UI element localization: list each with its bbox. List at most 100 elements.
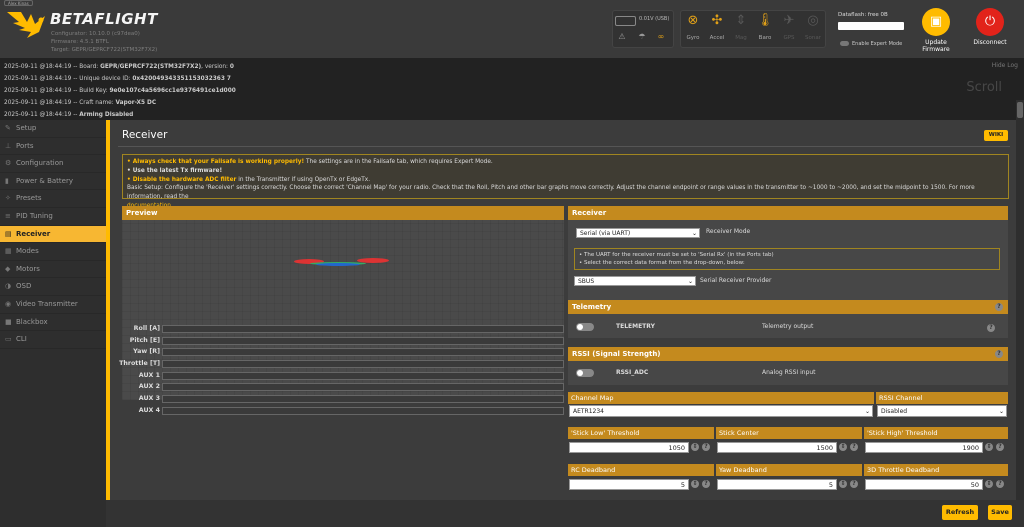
sidebar-item-presets[interactable]: ✧ Presets xyxy=(0,190,106,208)
note-line-1: • Always check that your Failsafe is wor… xyxy=(127,159,493,165)
yaw-deadband-input[interactable]: 5 xyxy=(717,479,837,490)
help-icon[interactable]: ? xyxy=(996,443,1004,451)
build-badge: Alex Kinas xyxy=(4,0,33,6)
receiver-mode-label: Receiver Mode xyxy=(706,228,751,235)
update-firmware-button[interactable]: ▣ Update Firmware xyxy=(911,8,961,53)
receiver-panel: Receiver Serial (via UART) ⌄ Receiver Mod… xyxy=(568,206,1008,301)
stick-high-input[interactable]: 1900 xyxy=(865,442,983,453)
sidebar-item-ports[interactable]: ⊥ Ports xyxy=(0,138,106,156)
sidebar-item-power[interactable]: ▮ Power & Battery xyxy=(0,173,106,191)
betaflight-logo-icon xyxy=(7,12,45,38)
throttle-deadband-header: 3D Throttle Deadband xyxy=(864,464,1008,476)
baro-icon: 🌡 xyxy=(756,13,774,28)
quad-body xyxy=(316,263,360,266)
gyro-sensor: ⊗ Gyro xyxy=(682,13,704,41)
telemetry-desc: Telemetry output xyxy=(762,323,814,330)
expert-mode-toggle[interactable] xyxy=(840,41,849,46)
stepper-icon[interactable]: ⇕ xyxy=(985,480,993,488)
sidebar-item-modes[interactable]: ▦ Modes xyxy=(0,243,106,261)
rssi-header: RSSI (Signal Strength) xyxy=(568,347,1008,361)
sidebar-item-blackbox[interactable]: ■ Blackbox xyxy=(0,314,106,332)
hide-log-link[interactable]: Hide Log xyxy=(992,62,1018,69)
modes-icon: ▦ xyxy=(5,247,12,256)
preview-header: Preview xyxy=(122,206,564,220)
stepper-icon[interactable]: ⇕ xyxy=(839,443,847,451)
sidebar-item-motors[interactable]: ◆ Motors xyxy=(0,261,106,279)
telemetry-toggle[interactable] xyxy=(576,323,594,331)
sidebar-item-configuration[interactable]: ⚙ Configuration xyxy=(0,155,106,173)
log-line: 2025-09-11 @18:44:19 -- Board: GEPR/GEPR… xyxy=(4,64,234,70)
channel-map-header: Channel Map xyxy=(568,392,874,404)
battery-voltage: 0.01V (USB) xyxy=(639,16,670,22)
help-icon[interactable]: ? xyxy=(995,350,1003,358)
mag-sensor: ⇕ Mag xyxy=(730,13,752,41)
help-icon[interactable]: ? xyxy=(987,324,995,332)
dataflash-bar xyxy=(838,22,904,30)
configurator-version: Configurator: 10.10.0 (c97dea0) xyxy=(51,31,140,37)
disconnect-label: Disconnect xyxy=(973,39,1007,46)
title-divider xyxy=(118,146,1010,147)
help-icon[interactable]: ? xyxy=(702,443,710,451)
log-line: 2025-09-11 @18:44:19 -- Unique device ID… xyxy=(4,76,231,82)
main-content: Receiver WIKI • Always check that your F… xyxy=(106,120,1016,500)
sidebar-item-receiver[interactable]: ▤ Receiver xyxy=(0,225,106,244)
help-icon[interactable]: ? xyxy=(850,480,858,488)
channel-map-select[interactable]: AETR1234 ⌄ xyxy=(569,405,873,417)
help-icon[interactable]: ? xyxy=(702,480,710,488)
note-line-4: Basic Setup: Configure the 'Receiver' se… xyxy=(127,185,975,201)
log-line: 2025-09-11 @18:44:19 -- Craft name: Vapo… xyxy=(4,100,157,106)
rssi-toggle[interactable] xyxy=(576,369,594,377)
note-box: • Always check that your Failsafe is wor… xyxy=(122,154,1009,209)
disconnect-button[interactable]: ⏻ Disconnect xyxy=(965,8,1015,46)
sidebar-item-pid-tuning[interactable]: ≡ PID Tuning xyxy=(0,208,106,226)
blackbox-icon: ■ xyxy=(5,317,12,326)
receiver-header: Receiver xyxy=(568,206,1008,220)
link-icon: ∞ xyxy=(657,32,665,41)
help-icon[interactable]: ? xyxy=(850,443,858,451)
gear-icon: ⚙ xyxy=(5,159,12,168)
presets-icon: ✧ xyxy=(5,194,11,203)
serial-provider-select[interactable]: SBUS ⌄ xyxy=(574,276,696,286)
stepper-icon[interactable]: ⇕ xyxy=(985,443,993,451)
firmware-version: Firmware: 4.5.1 BTFL xyxy=(51,39,109,45)
dataflash-fill xyxy=(838,22,904,30)
help-icon[interactable]: ? xyxy=(995,303,1003,311)
stepper-icon[interactable]: ⇕ xyxy=(839,480,847,488)
rc-deadband-header: RC Deadband xyxy=(568,464,714,476)
scrollbar-thumb[interactable] xyxy=(1017,102,1023,118)
sidebar-item-cli[interactable]: ▭ CLI xyxy=(0,331,106,349)
sidebar-item-vtx[interactable]: ◉ Video Transmitter xyxy=(0,296,106,314)
stick-low-input[interactable]: 1050 xyxy=(569,442,689,453)
help-icon[interactable]: ? xyxy=(996,480,1004,488)
rssi-channel-header: RSSI Channel xyxy=(876,392,1008,404)
wiki-button[interactable]: WIKI xyxy=(984,130,1008,141)
stepper-icon[interactable]: ⇕ xyxy=(691,443,699,451)
battery-icon: ▮ xyxy=(5,176,9,185)
save-button[interactable]: Save xyxy=(988,505,1012,520)
sliders-icon: ≡ xyxy=(5,211,11,220)
note-line-2: • Use the latest Tx firmware! xyxy=(127,167,223,174)
rssi-desc: Analog RSSI input xyxy=(762,369,816,376)
telemetry-panel: Telemetry ? TELEMETRY Telemetry output ? xyxy=(568,300,1008,338)
refresh-button[interactable]: Refresh xyxy=(942,505,978,520)
bottom-toolbar: Refresh Save xyxy=(106,500,1024,527)
sidebar: ✎ Setup ⊥ Ports ⚙ Configuration ▮ Power & Ba… xyxy=(0,120,106,527)
plug-icon: ⊥ xyxy=(5,141,12,150)
stick-center-input[interactable]: 1500 xyxy=(717,442,837,453)
battery-icon xyxy=(615,16,636,26)
sidebar-item-osd[interactable]: ◑ OSD xyxy=(0,278,106,296)
receiver-mode-select[interactable]: Serial (via UART) ⌄ xyxy=(576,228,700,238)
receiver-info-box: • The UART for the receiver must be set … xyxy=(574,248,1000,270)
rc-deadband-input[interactable]: 5 xyxy=(569,479,689,490)
accel-icon: ✣ xyxy=(711,13,723,28)
throttle-deadband-input[interactable]: 50 xyxy=(865,479,983,490)
scrollbar[interactable] xyxy=(1016,100,1024,520)
sidebar-item-setup[interactable]: ✎ Setup xyxy=(0,120,106,138)
log-line: 2025-09-11 @18:44:19 -- Build Key: 9e0e1… xyxy=(4,88,236,94)
warning-icon: ⚠ xyxy=(618,32,626,41)
rssi-channel-select[interactable]: Disabled ⌄ xyxy=(877,405,1007,417)
target-info: Target: GEPR/GEPRCF722(STM32F7X2) xyxy=(51,47,158,53)
stepper-icon[interactable]: ⇕ xyxy=(691,480,699,488)
brand-name: BETAFLIGHT xyxy=(50,10,158,28)
sonar-sensor: ◎ Sonar xyxy=(802,13,824,41)
